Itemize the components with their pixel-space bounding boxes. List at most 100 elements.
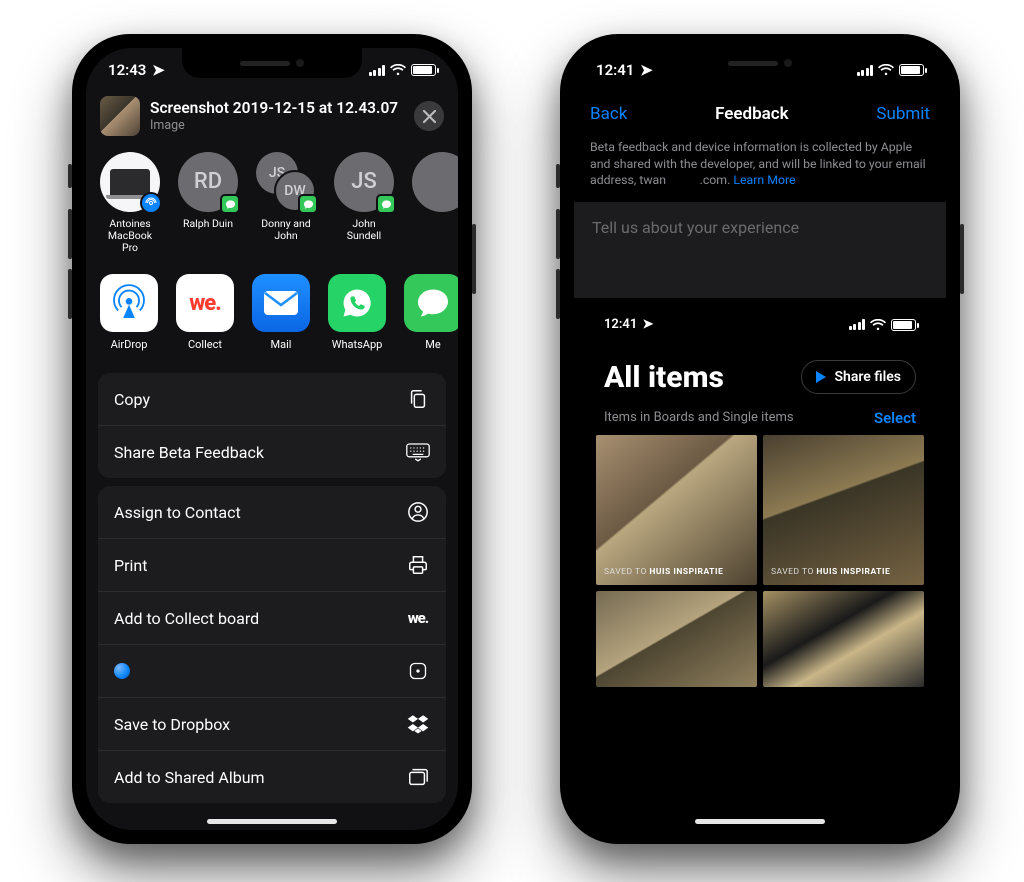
whatsapp-icon [328,274,386,332]
app-airdrop[interactable]: AirDrop [100,274,158,351]
mini-status-time: 12:41 ➤ [604,317,653,332]
avatar-group: JS DW [256,152,316,212]
macbook-avatar [100,152,160,212]
submit-button[interactable]: Submit [876,104,930,124]
action-assign-contact[interactable]: Assign to Contact [98,486,446,538]
action-dropbox[interactable]: Save to Dropbox [98,697,446,750]
cellular-icon [369,65,386,76]
home-indicator[interactable] [695,819,825,824]
messages-icon [404,274,458,332]
battery-icon [891,319,916,331]
close-button[interactable] [414,101,444,131]
screenshot-attachment[interactable]: 12:41 ➤ All items Share files Items [590,308,930,693]
contact-airdrop-mac[interactable]: Antoines MacBook Pro [100,152,160,254]
contact-john[interactable]: JS John Sundell [334,152,394,254]
contact-more[interactable] [412,152,458,254]
grid-tile[interactable]: SAVED TO HUIS INSPIRATIE [596,435,757,585]
action-label: Save to Dropbox [114,715,230,734]
status-time: 12:43 ➤ [108,61,165,79]
back-button[interactable]: Back [590,104,627,124]
app-collect[interactable]: we. Collect [176,274,234,351]
send-icon [816,371,826,383]
airdrop-badge-icon [140,192,162,214]
grid-tile[interactable]: SAVED TO HUIS INSPIRATIE [763,435,924,585]
tile-chip: SAVED TO HUIS INSPIRATIE [604,567,723,577]
contact-group[interactable]: JS DW Donny and John [256,152,316,254]
share-header: Screenshot 2019-12-15 at 12.43.07 Image [100,96,444,136]
app-mail[interactable]: Mail [252,274,310,351]
contact-label: Antoines MacBook Pro [100,218,160,254]
action-blue-dot[interactable] [98,644,446,697]
mini-grid: SAVED TO HUIS INSPIRATIE SAVED TO HUIS I… [590,435,930,693]
feedback-textarea[interactable]: Tell us about your experience [574,202,946,298]
messages-badge-icon [298,194,318,214]
avatar [412,152,458,212]
messages-badge-icon [376,194,396,214]
app-label: AirDrop [100,338,158,351]
mini-subrow: Items in Boards and Single items Select [590,397,930,435]
app-messages[interactable]: Me [404,274,458,351]
action-label: Copy [114,390,150,409]
close-icon [423,110,436,123]
select-button[interactable]: Select [874,409,916,427]
action-label: Share Beta Feedback [114,443,264,462]
action-add-collect[interactable]: Add to Collect board we. [98,591,446,644]
contact-ralph[interactable]: RD Ralph Duin [178,152,238,254]
collect-mark-icon: we. [406,606,430,630]
action-copy[interactable]: Copy [98,373,446,425]
avatar: RD [178,152,238,212]
grid-tile[interactable] [596,591,757,687]
share-files-button[interactable]: Share files [801,360,916,394]
dropbox-icon [406,712,430,736]
app-label: Mail [252,338,310,351]
copy-icon [406,387,430,411]
phone-frame-right: 12:41 ➤ Back Feedback Submit Beta feedba… [560,34,960,844]
share-title: Screenshot 2019-12-15 at 12.43.07 [150,99,404,117]
mini-title: All items [604,360,724,395]
contact-label: Donny and John [256,218,316,242]
share-files-label: Share files [834,369,901,385]
collect-icon: we. [176,274,234,332]
phone-frame-left: 12:43 ➤ Screenshot 2019-12-15 at 12.43.0… [72,34,472,844]
battery-icon [411,64,436,76]
action-shared-album[interactable]: Add to Shared Album [98,750,446,803]
mail-icon [252,274,310,332]
battery-icon [899,64,924,76]
action-group-1: Copy Share Beta Feedback [98,373,446,478]
contact-label: Ralph Duin [178,218,238,230]
contacts-row[interactable]: Antoines MacBook Pro RD Ralph Duin JS DW [86,146,458,264]
cellular-icon [849,319,866,330]
mini-status-bar: 12:41 ➤ [590,308,930,342]
contact-label: John Sundell [334,218,394,242]
screen-left: 12:43 ➤ Screenshot 2019-12-15 at 12.43.0… [86,48,458,830]
status-icons [369,64,437,76]
action-beta-feedback[interactable]: Share Beta Feedback [98,425,446,478]
album-icon [406,765,430,789]
app-label: Collect [176,338,234,351]
wifi-icon [870,319,886,331]
screen-right: 12:41 ➤ Back Feedback Submit Beta feedba… [574,48,946,830]
action-label: Assign to Contact [114,503,241,522]
action-print[interactable]: Print [98,538,446,591]
cellular-icon [857,65,874,76]
blue-dot-icon [114,663,130,679]
share-thumbnail [100,96,140,136]
contact-icon [406,500,430,524]
avatar: JS [334,152,394,212]
action-group-2: Assign to Contact Print Add to Collect b… [98,486,446,803]
square-dot-icon [406,659,430,683]
messages-badge-icon [220,194,240,214]
action-label: Add to Shared Album [114,768,265,787]
wifi-icon [390,64,406,76]
app-whatsapp[interactable]: WhatsApp [328,274,386,351]
nav-bar: Back Feedback Submit [574,92,946,136]
tile-chip: SAVED TO HUIS INSPIRATIE [771,567,890,577]
home-indicator[interactable] [207,819,337,824]
apps-row[interactable]: AirDrop we. Collect Mail WhatsApp [86,264,458,365]
action-label: Print [114,556,147,575]
grid-tile[interactable] [763,591,924,687]
action-label: Add to Collect board [114,609,259,628]
learn-more-link[interactable]: Learn More [733,174,795,188]
print-icon [406,553,430,577]
status-time: 12:41 ➤ [596,61,653,79]
